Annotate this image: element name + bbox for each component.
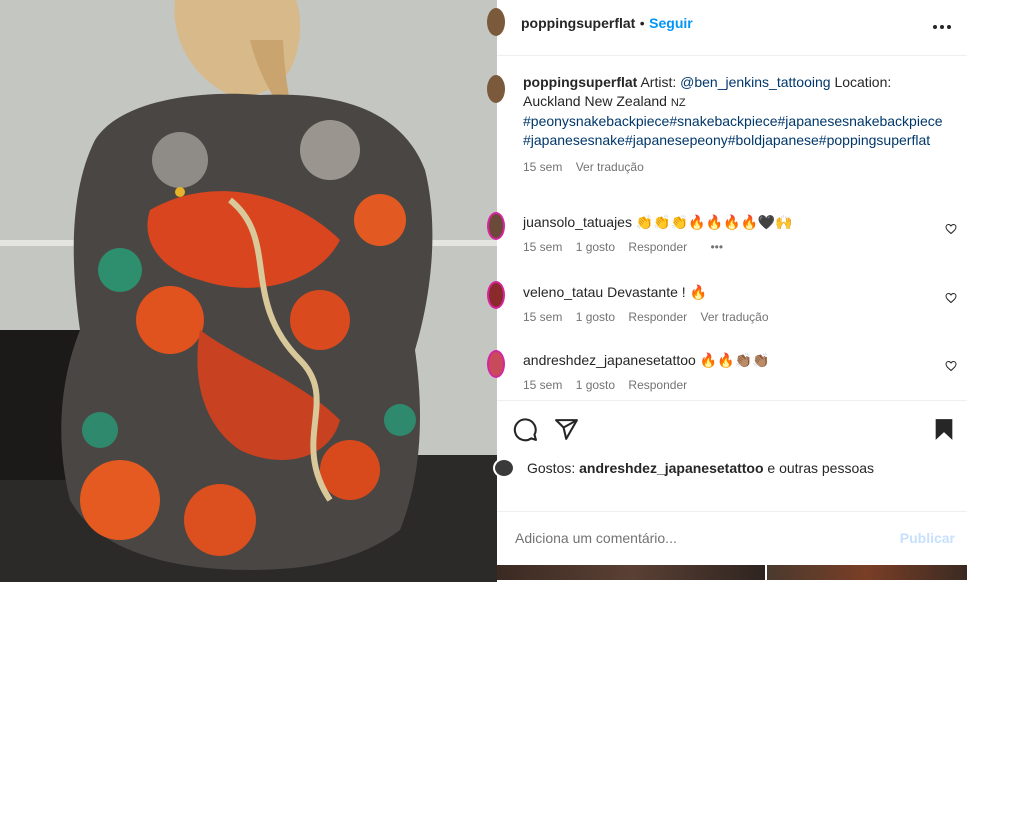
author-avatar[interactable] <box>487 8 505 36</box>
separator-dot: • <box>639 15 645 31</box>
add-comment-bar: Publicar <box>497 511 967 565</box>
comment-avatar[interactable] <box>487 350 505 378</box>
likes-suffix[interactable]: e outras pessoas <box>764 460 874 476</box>
comment-likes-count[interactable]: 1 gosto <box>576 240 615 254</box>
related-post-thumbnail[interactable] <box>497 565 765 580</box>
liker-username[interactable]: andreshdez_japanesetattoo <box>579 460 763 476</box>
comment-text: Devastante ! 🔥 <box>603 284 707 300</box>
paper-plane-icon[interactable] <box>554 417 579 442</box>
nz-flag-icon: NZ <box>670 96 686 109</box>
follow-button[interactable]: Seguir <box>649 15 693 31</box>
comment-likes-count[interactable]: 1 gosto <box>576 378 615 392</box>
post-header: poppingsuperflat • Seguir <box>487 0 967 56</box>
post-details-panel: poppingsuperflat • Seguir poppingsuperfl… <box>487 0 967 565</box>
likes-summary: Gostos: andreshdez_japanesetattoo e outr… <box>527 460 874 476</box>
see-translation-button[interactable]: Ver tradução <box>700 310 768 324</box>
related-post-thumbnail[interactable] <box>767 565 967 580</box>
comment-time[interactable]: 15 sem <box>523 378 562 392</box>
comment-options-icon[interactable]: ••• <box>710 240 723 254</box>
comment-text: 👏👏👏🔥🔥🔥🔥🖤🙌 <box>631 214 793 230</box>
liker-avatar[interactable] <box>493 458 515 478</box>
caption-text-artist: Artist: <box>637 74 681 90</box>
comment-item: andreshdez_japanesetattoo 🔥🔥👏🏽👏🏽 15 sem … <box>523 352 943 392</box>
comment-text: 🔥🔥👏🏽👏🏽 <box>695 352 770 368</box>
comment-item: juansolo_tatuajes 👏👏👏🔥🔥🔥🔥🖤🙌 15 sem 1 gos… <box>523 214 943 254</box>
heart-icon[interactable] <box>945 223 957 235</box>
post-photo[interactable] <box>0 0 497 582</box>
comment-avatar[interactable] <box>487 212 505 240</box>
likes-prefix: Gostos: <box>527 460 580 476</box>
comment-item: veleno_tatau Devastante ! 🔥 15 sem 1 gos… <box>523 284 943 324</box>
tattoo-back-image <box>0 0 497 582</box>
comment-username[interactable]: andreshdez_japanesetattoo <box>523 352 696 368</box>
reply-button[interactable]: Responder <box>628 240 687 254</box>
add-comment-input[interactable] <box>513 529 877 547</box>
post-actions: Gostos: andreshdez_japanesetattoo e outr… <box>493 400 967 512</box>
see-translation-button[interactable]: Ver tradução <box>576 160 644 174</box>
more-options-icon[interactable] <box>933 13 951 34</box>
caption-time[interactable]: 15 sem <box>523 160 562 174</box>
artist-mention-link[interactable]: @ben_jenkins_tattooing <box>680 74 830 90</box>
more-posts-strip <box>497 565 967 580</box>
publish-button[interactable]: Publicar <box>900 530 955 546</box>
comment-time[interactable]: 15 sem <box>523 240 562 254</box>
comment-avatar[interactable] <box>487 281 505 309</box>
comment-time[interactable]: 15 sem <box>523 310 562 324</box>
comment-likes-count[interactable]: 1 gosto <box>576 310 615 324</box>
reply-button[interactable]: Responder <box>628 310 687 324</box>
post-caption: poppingsuperflat Artist: @ben_jenkins_ta… <box>523 73 943 177</box>
post-author-username[interactable]: poppingsuperflat <box>521 15 635 31</box>
comment-username[interactable]: juansolo_tatuajes <box>523 214 632 230</box>
comment-username[interactable]: veleno_tatau <box>523 284 603 300</box>
caption-username[interactable]: poppingsuperflat <box>523 74 637 90</box>
heart-icon[interactable] <box>945 292 957 304</box>
caption-author-avatar[interactable] <box>487 75 505 103</box>
reply-button[interactable]: Responder <box>628 378 687 392</box>
caption-hashtags[interactable]: #peonysnakebackpiece#snakebackpiece#japa… <box>523 112 943 149</box>
heart-icon[interactable] <box>945 360 957 372</box>
comment-bubble-icon[interactable] <box>513 417 538 442</box>
bookmark-filled-icon[interactable] <box>933 417 955 442</box>
